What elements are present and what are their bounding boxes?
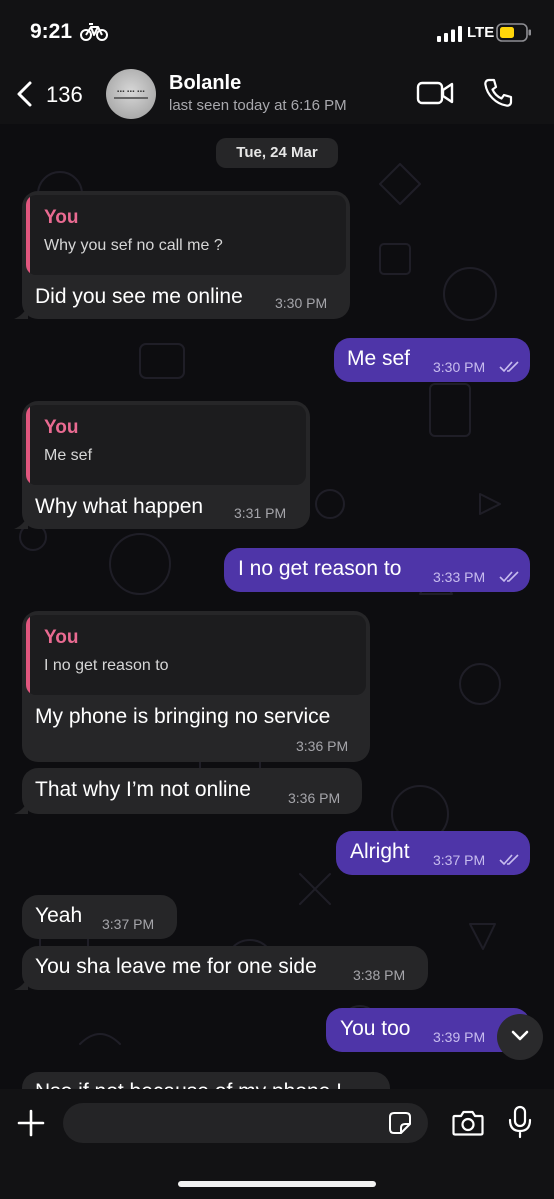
home-indicator (178, 1181, 376, 1187)
message-text: Alright (350, 840, 410, 863)
bike-icon (80, 23, 108, 41)
message-time: 3:37 PM (102, 916, 155, 932)
outgoing-message[interactable]: Alright 3:37 PM (336, 831, 530, 875)
bubble-tail (14, 800, 28, 814)
plus-icon[interactable] (17, 1109, 45, 1137)
last-seen-status: last seen today at 6:16 PM (169, 97, 347, 114)
battery-icon (496, 23, 531, 42)
phone-call-icon[interactable] (482, 77, 514, 109)
reply-quote[interactable]: You Me sef (26, 405, 306, 485)
outgoing-message[interactable]: Me sef 3:30 PM (334, 338, 530, 382)
message-time: 3:36 PM (288, 790, 341, 806)
reply-author: You (44, 417, 79, 438)
message-text: You sha leave me for one side (35, 955, 317, 978)
message-text: Nso if not because of my phone ! (35, 1080, 342, 1089)
message-text: Yeah (35, 904, 83, 927)
message-time: 3:38 PM (353, 967, 406, 983)
camera-icon[interactable] (452, 1109, 484, 1137)
avatar[interactable]: ▪▪▪ ▪▪▪ ▪▪▪ (106, 69, 156, 119)
message-text: You too (340, 1017, 411, 1040)
back-icon[interactable] (14, 80, 38, 108)
incoming-message[interactable]: Nso if not because of my phone ! (22, 1072, 390, 1089)
message-time: 3:30 PM (275, 295, 328, 311)
outgoing-message[interactable]: I no get reason to 3:33 PM (224, 548, 530, 592)
microphone-icon[interactable] (508, 1105, 532, 1139)
message-text: Me sef (347, 347, 411, 370)
incoming-message[interactable]: Yeah 3:37 PM (22, 895, 177, 939)
bubble-tail (14, 976, 28, 990)
scroll-to-bottom-button[interactable] (497, 1014, 543, 1060)
reply-text: Me sef (44, 447, 93, 464)
message-text: My phone is bringing no service (35, 705, 331, 728)
read-ticks-icon (499, 854, 519, 866)
incoming-message[interactable]: You Me sef Why what happen 3:31 PM (22, 401, 310, 529)
reply-author: You (44, 207, 79, 228)
message-time: 3:31 PM (234, 505, 287, 521)
incoming-message[interactable]: That why I’m not online 3:36 PM (22, 768, 362, 814)
unread-count[interactable]: 136 (46, 82, 83, 108)
message-text: I no get reason to (238, 557, 402, 580)
message-time: 3:37 PM (433, 852, 486, 868)
message-list[interactable]: Tue, 24 Mar You Why you sef no call me ?… (0, 124, 554, 1089)
message-time: 3:39 PM (433, 1029, 486, 1045)
video-call-icon[interactable] (416, 79, 454, 107)
chevron-down-icon (511, 1030, 529, 1041)
signal-icon (437, 26, 462, 42)
message-text: Why what happen (35, 495, 204, 518)
reply-text: Why you sef no call me ? (44, 237, 223, 254)
reply-quote[interactable]: You I no get reason to (26, 615, 366, 695)
incoming-message[interactable]: You Why you sef no call me ? Did you see… (22, 191, 350, 319)
sticker-icon[interactable] (388, 1111, 412, 1135)
message-time: 3:30 PM (433, 359, 486, 375)
reply-text: I no get reason to (44, 657, 169, 674)
message-text: That why I’m not online (35, 778, 251, 801)
incoming-message[interactable]: You I no get reason to My phone is bring… (22, 611, 370, 762)
status-bar: 9:21 LTE (0, 0, 554, 64)
message-input[interactable] (63, 1103, 428, 1143)
bubble-tail (14, 305, 28, 319)
status-time: 9:21 (30, 20, 73, 43)
message-text: Did you see me online (35, 285, 243, 308)
contact-name[interactable]: Bolanle (169, 72, 241, 95)
chat-header: 136 ▪▪▪ ▪▪▪ ▪▪▪ Bolanle last seen today … (0, 64, 554, 124)
bubble-tail (14, 515, 28, 529)
read-ticks-icon (499, 361, 519, 373)
network-label: LTE (467, 24, 495, 41)
message-time: 3:33 PM (433, 569, 486, 585)
message-time: 3:36 PM (296, 738, 349, 754)
incoming-message[interactable]: You sha leave me for one side 3:38 PM (22, 946, 428, 990)
date-separator: Tue, 24 Mar (216, 138, 338, 168)
reply-quote[interactable]: You Why you sef no call me ? (26, 195, 346, 275)
read-ticks-icon (499, 571, 519, 583)
reply-author: You (44, 627, 79, 648)
composer-bar (0, 1089, 554, 1199)
